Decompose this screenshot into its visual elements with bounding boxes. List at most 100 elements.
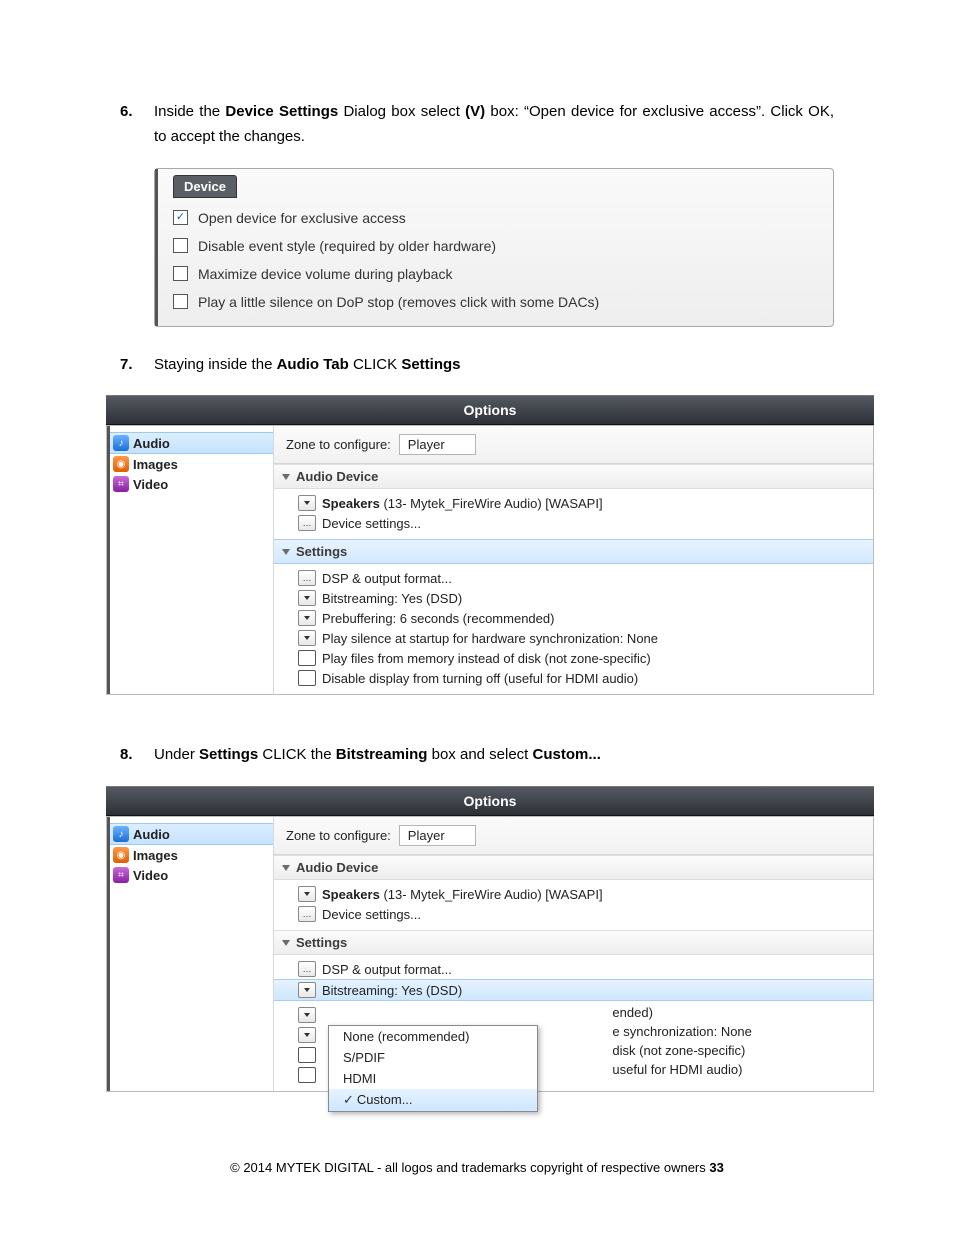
chevron-down-icon [282,474,290,480]
checkbox-icon[interactable] [173,266,188,281]
step-number: 7. [120,353,154,378]
checkbox-icon[interactable] [173,294,188,309]
sidebar-item-video[interactable]: ⌗ Video [107,474,273,494]
row-bitstreaming[interactable]: Bitstreaming: Yes (DSD) [274,979,873,1001]
sidebar-item-audio[interactable]: ♪ Audio [107,823,273,845]
row-prebuffering[interactable]: Prebuffering: 6 seconds (recommended) [298,608,865,628]
panel-left-edge [155,169,158,326]
section-header-audio-device[interactable]: Audio Device [274,855,873,880]
section-title: Settings [296,935,347,950]
row-disable-display[interactable]: Disable display from turning off (useful… [298,668,865,688]
dropdown-icon[interactable] [298,590,316,606]
sidebar-item-label: Images [133,457,178,472]
dropdown-icon[interactable] [298,982,316,998]
checkbox-icon[interactable] [298,1067,316,1083]
zone-label: Zone to configure: [286,828,391,843]
checkbox-icon[interactable] [298,650,316,666]
device-row-label: Maximize device volume during playback [198,266,452,282]
step-number: 6. [120,100,154,150]
options-sidebar: ♪ Audio ◉ Images ⌗ Video [107,426,273,694]
row-dsp[interactable]: …DSP & output format... [298,568,865,588]
hidden-row[interactable]: None (recommended) S/PDIF HDMI ✓Custom..… [298,1005,865,1025]
peek-text: useful for HDMI audio) [612,1060,751,1079]
sidebar-item-label: Video [133,868,168,883]
popup-item-custom[interactable]: ✓Custom... [329,1089,537,1111]
step-text: Inside the Device Settings Dialog box se… [154,100,834,150]
panel-left-edge [107,426,110,694]
sidebar-item-audio[interactable]: ♪ Audio [107,432,273,454]
section-header-audio-device[interactable]: Audio Device [274,464,873,489]
sidebar-item-label: Images [133,848,178,863]
device-row-label: Play a little silence on DoP stop (remov… [198,294,599,310]
section-header-settings[interactable]: Settings [274,930,873,955]
peek-text: ended) [612,1003,751,1022]
section-title: Audio Device [296,469,378,484]
page-number: 33 [709,1160,723,1175]
sidebar-item-video[interactable]: ⌗ Video [107,865,273,885]
options-content: Zone to configure: Player Audio Device S… [273,817,873,1091]
checkbox-icon[interactable] [298,1047,316,1063]
device-row: Play a little silence on DoP stop (remov… [173,288,815,316]
zone-label: Zone to configure: [286,437,391,452]
section-header-settings[interactable]: Settings [274,539,873,564]
dropdown-icon[interactable] [298,1027,316,1043]
step-7: 7. Staying inside the Audio Tab CLICK Se… [120,353,834,378]
step-text: Under Settings CLICK the Bitstreaming bo… [154,743,834,768]
zone-bar: Zone to configure: Player [274,817,873,855]
ellipsis-icon[interactable]: … [298,515,316,531]
dropdown-icon[interactable] [298,610,316,626]
row-speakers[interactable]: Speakers (13- Mytek_FireWire Audio) [WAS… [298,884,865,904]
dropdown-icon[interactable] [298,495,316,511]
dropdown-icon[interactable] [298,630,316,646]
options-sidebar: ♪ Audio ◉ Images ⌗ Video [107,817,273,1091]
music-note-icon: ♪ [113,826,129,842]
device-panel: Device Open device for exclusive access … [154,168,834,327]
dropdown-icon[interactable] [298,886,316,902]
titlebar: Options [106,395,874,425]
peek-text: e synchronization: None [612,1022,751,1041]
dropdown-icon[interactable] [298,1007,316,1023]
options-screenshot-1: Options ♪ Audio ◉ Images ⌗ Video Z [106,395,874,695]
music-note-icon: ♪ [113,435,129,451]
chevron-down-icon [282,940,290,946]
zone-dropdown[interactable]: Player [399,825,476,846]
sidebar-item-label: Audio [133,436,170,451]
film-icon: ⌗ [113,476,129,492]
options-content: Zone to configure: Player Audio Device S… [273,426,873,694]
row-play-silence[interactable]: Play silence at startup for hardware syn… [298,628,865,648]
titlebar: Options [106,786,874,816]
sidebar-item-images[interactable]: ◉ Images [107,845,273,865]
device-row: Disable event style (required by older h… [173,232,815,260]
check-icon: ✓ [343,1092,354,1107]
checkbox-icon[interactable] [298,670,316,686]
ellipsis-icon[interactable]: … [298,906,316,922]
peek-text: disk (not zone-specific) [612,1041,751,1060]
row-dsp[interactable]: …DSP & output format... [298,959,865,979]
row-device-settings[interactable]: … Device settings... [298,904,865,924]
row-bitstreaming[interactable]: Bitstreaming: Yes (DSD) [298,588,865,608]
zone-bar: Zone to configure: Player [274,426,873,464]
row-device-settings[interactable]: … Device settings... [298,513,865,533]
options-screenshot-2: Options ♪ Audio ◉ Images ⌗ Video Z [106,786,874,1092]
device-tab[interactable]: Device [173,175,237,198]
ellipsis-icon[interactable]: … [298,570,316,586]
film-icon: ⌗ [113,867,129,883]
footer-text: © 2014 MYTEK DIGITAL - all logos and tra… [230,1160,709,1175]
device-row: Open device for exclusive access [173,204,815,232]
ellipsis-icon[interactable]: … [298,961,316,977]
sidebar-item-images[interactable]: ◉ Images [107,454,273,474]
row-play-memory[interactable]: Play files from memory instead of disk (… [298,648,865,668]
checkbox-icon[interactable] [173,210,188,225]
section-title: Settings [296,544,347,559]
popup-item-spdif[interactable]: S/PDIF [329,1047,537,1068]
panel-left-edge [107,817,110,1091]
camera-icon: ◉ [113,847,129,863]
step-number: 8. [120,743,154,768]
step-6: 6. Inside the Device Settings Dialog box… [120,100,834,150]
checkbox-icon[interactable] [173,238,188,253]
step-text: Staying inside the Audio Tab CLICK Setti… [154,353,834,378]
popup-item-none[interactable]: None (recommended) [329,1026,537,1047]
row-speakers[interactable]: Speakers (13- Mytek_FireWire Audio) [WAS… [298,493,865,513]
popup-item-hdmi[interactable]: HDMI [329,1068,537,1089]
zone-dropdown[interactable]: Player [399,434,476,455]
